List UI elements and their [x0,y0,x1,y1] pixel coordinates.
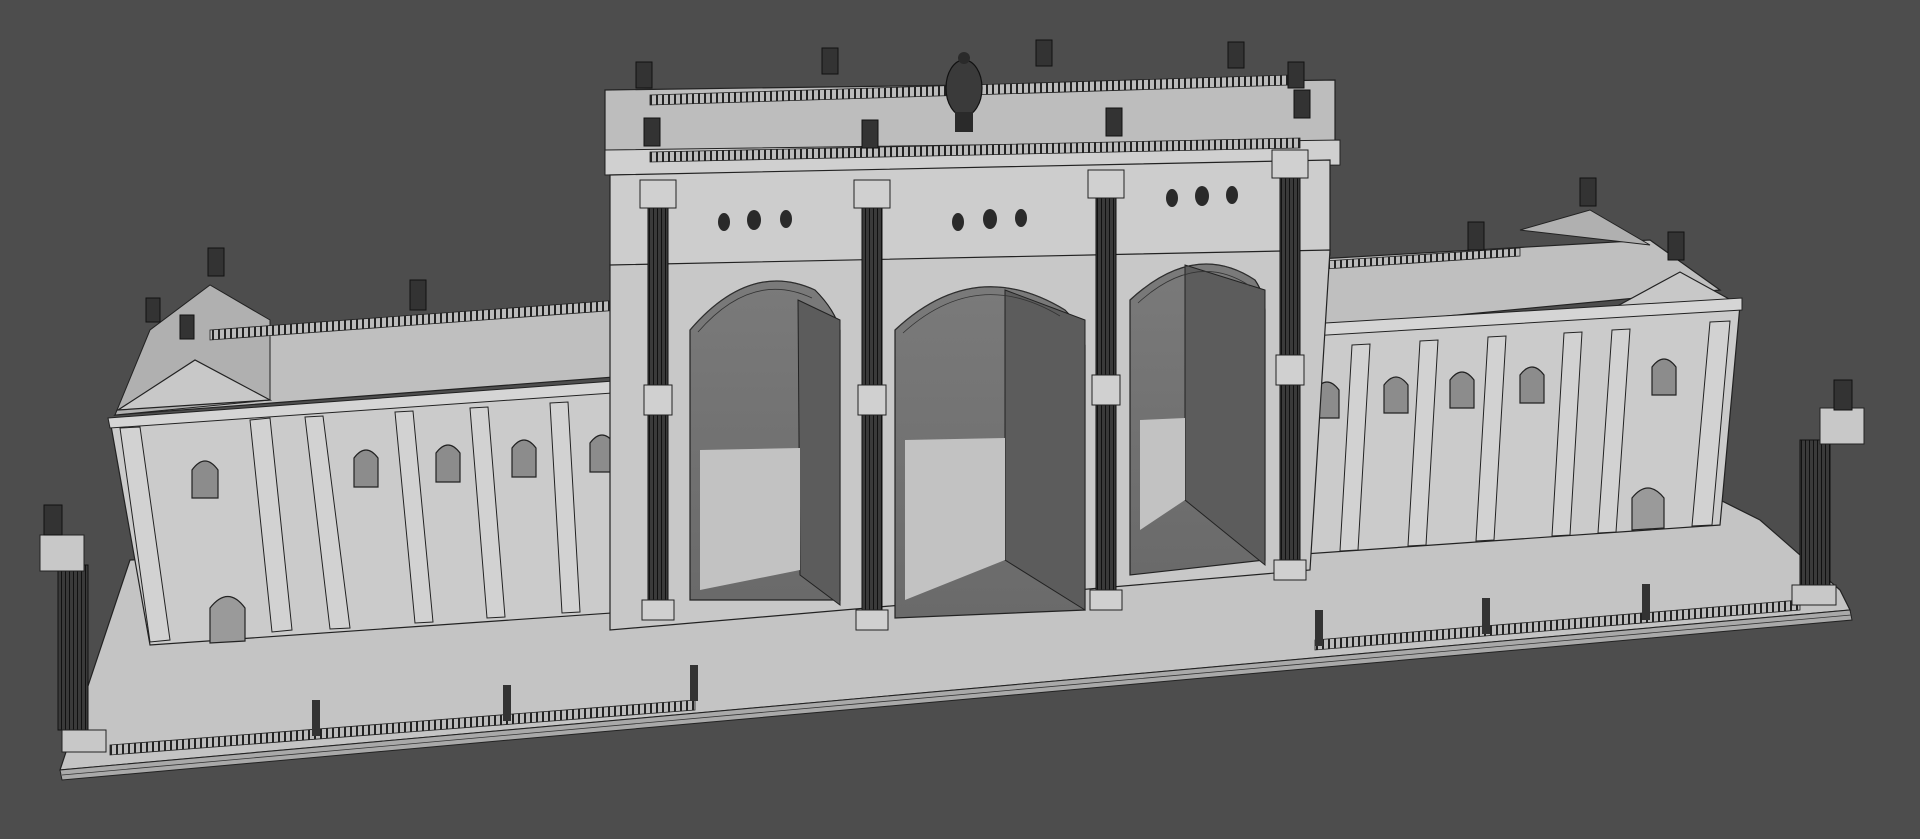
left-wing [107,247,656,646]
lamp-column-right [1791,379,1865,606]
model-render [39,39,1865,781]
arch-gate [604,39,1341,631]
right-wing [1289,177,1743,556]
3d-viewport[interactable] [0,0,1920,839]
